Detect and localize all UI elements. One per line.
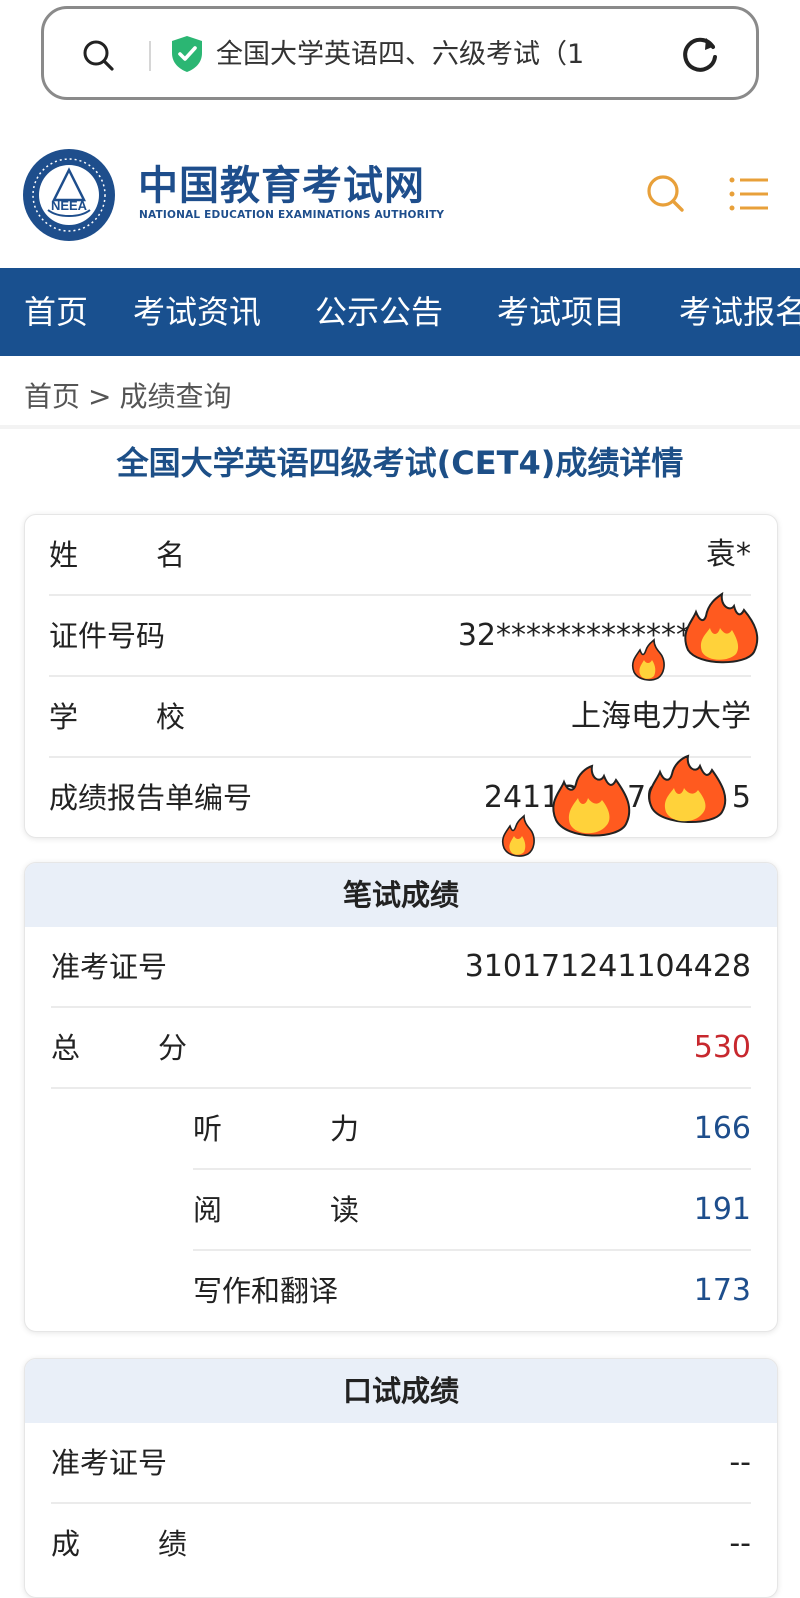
menu-icon[interactable] <box>728 176 770 212</box>
flame-sticker-icon <box>501 814 535 857</box>
neea-emblem-icon[interactable]: NEEA <box>22 148 116 242</box>
main-nav: 首页 考试资讯 公示公告 考试项目 考试报名 <box>0 268 800 356</box>
nav-item-exam-programs[interactable]: 考试项目 <box>497 268 625 356</box>
site-name-en: NATIONAL EDUCATION EXAMINATIONS AUTHORIT… <box>139 209 445 221</box>
oral-score-card: 口试成绩 准考证号 -- 成绩 -- <box>24 1358 778 1598</box>
written-row-total: 总分 530 <box>51 1008 751 1089</box>
search-icon[interactable] <box>82 39 114 71</box>
reading-score-value: 191 <box>693 1192 751 1227</box>
breadcrumb-separator: > <box>88 380 112 413</box>
reload-icon[interactable] <box>678 33 722 77</box>
breadcrumb-current: 成绩查询 <box>119 380 232 413</box>
writing-translation-label: 写作和翻译 <box>193 1274 339 1308</box>
total-score-label: 总分 <box>51 1031 187 1065</box>
oral-ticket-number-label: 准考证号 <box>51 1446 168 1480</box>
written-row-reading: 阅读 191 <box>193 1170 751 1251</box>
name-value: 袁* <box>706 537 751 572</box>
url-divider <box>149 41 151 71</box>
flame-sticker-icon <box>631 638 665 681</box>
ticket-number-value: 310171241104428 <box>464 949 751 984</box>
flame-sticker-icon <box>648 754 727 823</box>
written-score-heading: 笔试成绩 <box>25 863 777 927</box>
oral-score-heading: 口试成绩 <box>25 1359 777 1423</box>
ticket-number-label: 准考证号 <box>51 950 168 984</box>
nav-item-registration[interactable]: 考试报名 <box>679 268 800 356</box>
divider <box>0 425 800 429</box>
listening-score-value: 166 <box>693 1111 751 1146</box>
nav-item-home[interactable]: 首页 <box>24 268 88 356</box>
school-label: 学校 <box>49 700 185 734</box>
shield-check-icon <box>172 36 202 72</box>
site-name-cn[interactable]: 中国教育考试网 <box>138 162 425 210</box>
id-label: 证件号码 <box>49 619 166 653</box>
written-score-card: 笔试成绩 准考证号 310171241104428 总分 530 听力 166 … <box>24 862 778 1332</box>
info-row-school: 学校 上海电力大学 <box>49 677 751 758</box>
listening-label: 听力 <box>193 1112 359 1146</box>
school-value: 上海电力大学 <box>571 699 751 734</box>
logo-badge-text: NEEA <box>51 198 88 213</box>
flame-sticker-icon <box>552 764 631 837</box>
site-header: NEEA 中国教育考试网 NATIONAL EDUCATION EXAMINAT… <box>0 120 800 268</box>
url-field[interactable]: 全国大学英语四、六级考试（1 <box>41 6 759 100</box>
info-row-name: 姓名 袁* <box>49 515 751 596</box>
browser-address-bar: 全国大学英语四、六级考试（1 <box>0 0 800 120</box>
name-label: 姓名 <box>49 538 185 572</box>
oral-row-score: 成绩 -- <box>51 1504 751 1585</box>
oral-ticket-number-value: -- <box>729 1445 751 1480</box>
oral-row-ticket: 准考证号 -- <box>51 1423 751 1504</box>
total-score-value: 530 <box>693 1030 751 1065</box>
report-number-label: 成绩报告单编号 <box>49 781 253 815</box>
page-title: 全国大学英语四级考试(CET4)成绩详情 <box>116 444 684 482</box>
breadcrumb-home[interactable]: 首页 <box>24 380 80 413</box>
url-text[interactable]: 全国大学英语四、六级考试（1 <box>216 35 654 75</box>
reading-label: 阅读 <box>193 1193 359 1227</box>
nav-item-exam-news[interactable]: 考试资讯 <box>133 268 261 356</box>
written-row-ticket: 准考证号 310171241104428 <box>51 927 751 1008</box>
oral-score-value: -- <box>729 1526 751 1561</box>
oral-score-label: 成绩 <box>51 1527 187 1561</box>
search-icon[interactable] <box>644 172 686 214</box>
nav-item-announcements[interactable]: 公示公告 <box>315 268 443 356</box>
writing-translation-score-value: 173 <box>693 1273 751 1308</box>
written-row-writing: 写作和翻译 173 <box>193 1251 751 1331</box>
flame-sticker-icon <box>684 592 759 664</box>
written-row-listening: 听力 166 <box>193 1089 751 1170</box>
breadcrumb: 首页 > 成绩查询 <box>24 372 232 422</box>
